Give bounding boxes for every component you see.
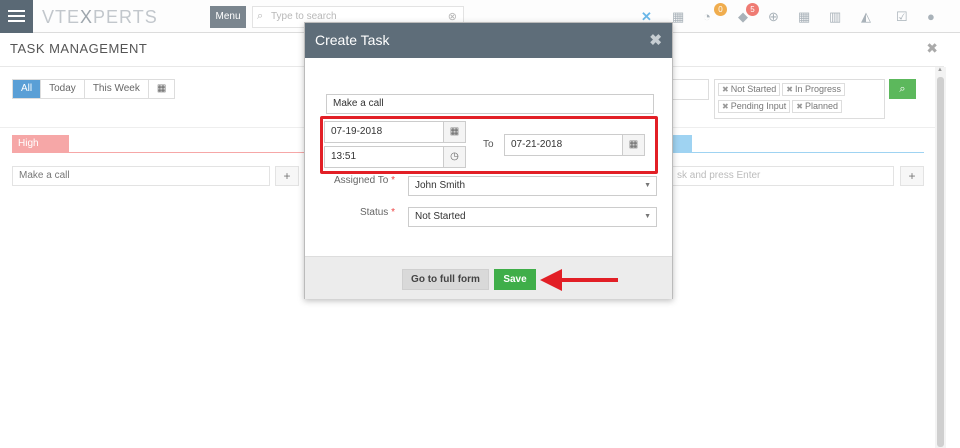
filter-search-button[interactable]: ⌕ xyxy=(889,79,916,99)
filter-today-button[interactable]: Today xyxy=(41,80,85,98)
remove-chip-icon[interactable]: ✖ xyxy=(786,85,793,94)
assignee-filter-input[interactable] xyxy=(672,79,709,100)
filter-this-week-button[interactable]: This Week xyxy=(84,80,149,98)
menu-button[interactable]: Menu xyxy=(210,6,246,28)
search-icon: ⌕ xyxy=(257,10,264,22)
status-chip[interactable]: ✖ In Progress xyxy=(782,83,845,96)
calendar-icon[interactable]: ▦ xyxy=(672,9,684,25)
bucket-label-right xyxy=(672,135,692,153)
close-page-icon[interactable]: ✖ xyxy=(926,40,938,57)
page-scrollbar[interactable]: ▲ xyxy=(935,67,946,448)
hamburger-menu-icon[interactable] xyxy=(0,0,33,33)
status-filter-box[interactable]: ✖ Not Started ✖ In Progress ✖ Pending Input ✖… xyxy=(714,79,885,119)
quick-add-task-input-right[interactable]: sk and press Enter xyxy=(672,166,894,186)
assigned-to-label: Assigned To * xyxy=(334,175,395,186)
bucket-right-underline xyxy=(672,152,924,153)
status-value: Not Started xyxy=(415,211,466,222)
status-chip[interactable]: ✖ Planned xyxy=(792,100,842,113)
notification-count-badge: 5 xyxy=(746,3,759,16)
chat-count-badge: 0 xyxy=(714,3,727,16)
remove-chip-icon[interactable]: ✖ xyxy=(796,102,803,111)
filter-calendar-icon[interactable]: ▦ xyxy=(148,80,175,98)
go-to-full-form-button[interactable]: Go to full form xyxy=(402,269,489,290)
highlight-box xyxy=(320,116,658,174)
close-modal-icon[interactable]: ✖ xyxy=(649,31,662,49)
chevron-down-icon: ▼ xyxy=(644,213,651,220)
page-title: TASK MANAGEMENT xyxy=(10,41,148,56)
bucket-high-underline xyxy=(12,152,304,153)
assigned-to-value: John Smith xyxy=(415,180,466,191)
bucket-high-label: High xyxy=(12,135,69,153)
chat-icon[interactable]: ◔ xyxy=(703,9,711,24)
status-chip[interactable]: ✖ Pending Input xyxy=(718,100,791,113)
chevron-down-icon: ▼ xyxy=(644,182,651,189)
quick-add-plus-button-right[interactable]: + xyxy=(900,166,924,186)
save-button[interactable]: Save xyxy=(494,269,536,290)
plus-circle-icon[interactable]: ⊕ xyxy=(768,9,779,25)
bar-chart-icon[interactable]: ▥ xyxy=(829,9,841,25)
scroll-thumb[interactable] xyxy=(937,77,944,447)
assigned-to-select[interactable]: John Smith ▼ xyxy=(408,176,657,196)
checkbox-icon[interactable]: ☑ xyxy=(896,9,908,25)
date-filter-group: All Today This Week ▦ xyxy=(12,79,176,99)
calendar-grid-icon[interactable]: ▦ xyxy=(798,9,810,25)
remove-chip-icon[interactable]: ✖ xyxy=(722,85,729,94)
red-arrow-annotation xyxy=(540,269,618,291)
area-chart-icon[interactable]: ◭ xyxy=(861,9,871,25)
user-icon[interactable]: ● xyxy=(927,9,935,24)
remove-chip-icon[interactable]: ✖ xyxy=(722,102,729,111)
status-label: Status * xyxy=(359,207,395,218)
filter-all-button[interactable]: All xyxy=(13,80,42,98)
scroll-up-arrow-icon[interactable]: ▲ xyxy=(937,67,943,73)
quick-add-task-input[interactable]: Make a call xyxy=(12,166,270,186)
modal-title: Create Task xyxy=(305,23,672,58)
search-placeholder: Type to search xyxy=(271,11,337,22)
vtexperts-logo[interactable]: VTEXPERTS xyxy=(42,7,158,28)
status-select[interactable]: Not Started ▼ xyxy=(408,207,657,227)
quick-add-plus-button[interactable]: + xyxy=(275,166,299,186)
status-chip[interactable]: ✖ Not Started xyxy=(718,83,781,96)
subject-input[interactable]: Make a call xyxy=(326,94,654,114)
